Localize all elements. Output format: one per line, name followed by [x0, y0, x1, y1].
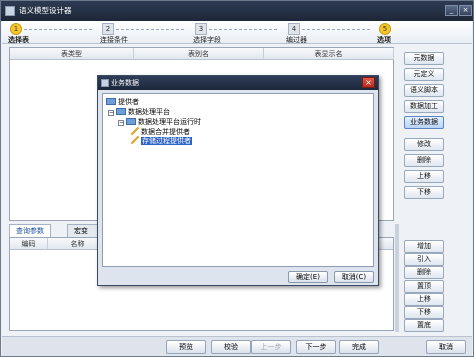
- tree-node-label-selected: 存储过程提供者: [141, 137, 192, 145]
- tree-node-label: 数据处理平台运行时: [138, 118, 201, 126]
- title-bar: 语义模型设计器 _ ×: [1, 1, 473, 21]
- step-label: 连接条件: [100, 36, 128, 44]
- move-down-button[interactable]: 下移: [404, 186, 444, 199]
- step-2[interactable]: 2 连接条件: [98, 22, 188, 44]
- step-number: 1: [10, 23, 22, 35]
- table-header: 表类型 表别名 表显示名: [10, 48, 394, 60]
- minimize-button[interactable]: _: [445, 5, 458, 16]
- step-number: 2: [102, 23, 114, 35]
- collapse-icon[interactable]: −: [118, 120, 124, 126]
- tree-node-label: 数据合并提供者: [141, 128, 190, 136]
- wizard-steps: 1 选择表 2 连接条件 3 选择字段 4 编过器 5 选项: [2, 21, 472, 44]
- provider-icon: [131, 127, 139, 135]
- meta-definition-button[interactable]: 元定义: [404, 68, 444, 81]
- step-number: 5: [379, 23, 391, 35]
- business-data-button[interactable]: 业务数据: [404, 116, 444, 129]
- tree-node-runtime[interactable]: − 数据处理平台运行时: [118, 117, 201, 127]
- param-up-button[interactable]: 上移: [404, 293, 444, 306]
- dialog-title-bar: 业务数据 ×: [98, 76, 378, 90]
- provider-icon: [131, 136, 139, 144]
- step-label: 选项: [377, 36, 391, 44]
- step-label: 选择表: [8, 36, 29, 44]
- param-down-button[interactable]: 下移: [404, 306, 444, 319]
- param-bottom-button[interactable]: 置底: [404, 319, 444, 332]
- column-header[interactable]: 编码: [10, 238, 48, 250]
- modify-button[interactable]: 修改: [404, 138, 444, 151]
- dialog-icon: [101, 79, 109, 87]
- business-data-dialog: 业务数据 × 提供者 − 数据处理平台 − 数据处理平台运行时 数据合并提供者 存储…: [97, 75, 379, 286]
- import-param-button[interactable]: 引入: [404, 253, 444, 266]
- cancel-button[interactable]: 取消: [426, 340, 466, 354]
- step-connector: [302, 29, 370, 30]
- validate-button[interactable]: 校验: [211, 340, 251, 354]
- step-3[interactable]: 3 选择字段: [191, 22, 281, 44]
- step-number: 4: [288, 23, 300, 35]
- tree-node-root[interactable]: 提供者: [106, 97, 139, 107]
- delete-button[interactable]: 删除: [404, 154, 444, 167]
- move-up-button[interactable]: 上移: [404, 170, 444, 183]
- finish-button[interactable]: 完成: [339, 340, 379, 354]
- folder-icon: [116, 108, 126, 115]
- step-connector: [209, 29, 277, 30]
- delete-param-button[interactable]: 删除: [404, 266, 444, 279]
- folder-icon: [106, 98, 116, 105]
- step-4[interactable]: 4 编过器: [284, 22, 374, 44]
- provider-tree[interactable]: 提供者 − 数据处理平台 − 数据处理平台运行时 数据合并提供者 存储过程提供者: [102, 93, 374, 267]
- close-button[interactable]: ×: [459, 5, 472, 16]
- tree-node-platform[interactable]: − 数据处理平台: [108, 107, 170, 117]
- step-label: 编过器: [286, 36, 307, 44]
- metadata-button[interactable]: 元数据: [404, 52, 444, 65]
- tree-node-label: 数据处理平台: [128, 108, 170, 116]
- column-header[interactable]: 表别名: [134, 48, 264, 60]
- designer-window: 语义模型设计器 _ × 1 选择表 2 连接条件 3 选择字段 4 编过器 5 …: [0, 0, 474, 357]
- splitter[interactable]: [395, 224, 399, 332]
- dialog-cancel-button[interactable]: 取消(C): [334, 271, 374, 283]
- folder-icon: [126, 118, 136, 125]
- prev-step-button[interactable]: 上一步: [251, 340, 291, 354]
- window-title: 语义模型设计器: [19, 6, 72, 15]
- lower-tabs: 查询参数 宏变量: [9, 224, 99, 247]
- next-step-button[interactable]: 下一步: [296, 340, 336, 354]
- bottom-bar: 预览 校验 上一步 下一步 完成 取消: [2, 336, 472, 356]
- tab-query-params[interactable]: 查询参数: [9, 224, 51, 237]
- step-1[interactable]: 1 选择表: [6, 22, 96, 44]
- column-header[interactable]: 表显示名: [264, 48, 394, 60]
- step-connector: [24, 29, 92, 30]
- step-5[interactable]: 5 选项: [375, 22, 435, 44]
- column-header[interactable]: 表类型: [10, 48, 134, 60]
- preview-button[interactable]: 预览: [166, 340, 206, 354]
- step-connector: [116, 29, 184, 30]
- app-icon: [5, 6, 15, 16]
- dialog-close-icon[interactable]: ×: [362, 77, 375, 88]
- param-top-button[interactable]: 置顶: [404, 280, 444, 293]
- step-label: 选择字段: [193, 36, 221, 44]
- collapse-icon[interactable]: −: [108, 110, 114, 116]
- tab-macro-vars[interactable]: 宏变量: [67, 224, 99, 247]
- add-param-button[interactable]: 增加: [404, 240, 444, 253]
- semantic-script-button[interactable]: 语义脚本: [404, 84, 444, 97]
- tree-leaf-stored-proc[interactable]: 存储过程提供者: [131, 136, 192, 146]
- dialog-title: 业务数据: [111, 79, 139, 87]
- tree-node-label: 提供者: [118, 98, 139, 106]
- dialog-ok-button[interactable]: 确定(E): [288, 271, 328, 283]
- step-number: 3: [195, 23, 207, 35]
- data-processing-button[interactable]: 数据加工: [404, 100, 444, 113]
